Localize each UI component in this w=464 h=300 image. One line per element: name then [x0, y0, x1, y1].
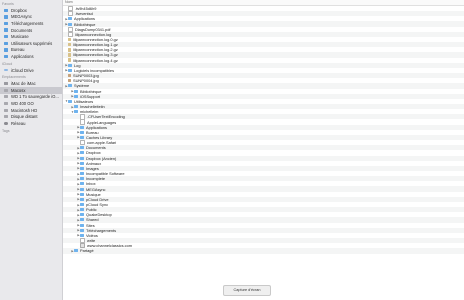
file-list: .fs9h45d6h9 .fseventsd ▶ Applications ▶ Bibli… [63, 5, 464, 254]
archive-icon [68, 58, 71, 62]
sidebar: Favoris Dropbox MEGAsync Téléchargements Doc… [0, 0, 63, 300]
folder-icon [68, 99, 72, 103]
screenshot-capture-button[interactable]: Capture d'écran [223, 285, 271, 296]
folder-icon [74, 94, 78, 98]
computer-icon [4, 81, 8, 86]
folder-icon [80, 197, 84, 201]
sidebar-item[interactable]: iMac de iMac [0, 80, 62, 87]
sidebar-item[interactable]: Disque distant [0, 113, 62, 120]
desktop-icon [4, 48, 8, 52]
network-icon [4, 121, 8, 125]
folder-icon [68, 68, 72, 72]
folder-icon [80, 223, 84, 227]
folder-icon [80, 203, 84, 207]
folder-icon [80, 177, 84, 181]
sidebar-item-label: MEGAsync [11, 14, 32, 20]
folder-icon [80, 182, 84, 186]
image-icon [68, 79, 71, 83]
folder-icon [68, 63, 72, 67]
sidebar-item-label: Musicase [11, 34, 29, 40]
sidebar-item[interactable]: iCloud Drive [0, 67, 62, 74]
folder-icon [80, 151, 84, 155]
sidebar-item[interactable]: WD 400 GO [0, 100, 62, 107]
disk-icon [4, 108, 8, 112]
sidebar-item-label: WD 400 GO [11, 100, 34, 106]
sidebar-item-label: iMac de iMac [11, 81, 36, 87]
folder-icon [80, 208, 84, 212]
sidebar-item[interactable]: Macintosh HD [0, 107, 62, 114]
sidebar-item[interactable]: Musicase [0, 33, 62, 40]
folder-icon [4, 34, 8, 39]
folder-icon [80, 172, 84, 176]
folder-icon [68, 22, 72, 26]
archive-icon [68, 48, 71, 52]
folder-icon [74, 110, 78, 114]
folder-icon [74, 249, 78, 253]
sidebar-item-label: Utilisateurs supprimés [11, 40, 53, 46]
folder-icon [80, 166, 84, 170]
folder-icon [74, 105, 78, 109]
archive-icon [68, 37, 71, 42]
folder-icon [80, 156, 84, 160]
disk-icon [4, 101, 8, 105]
folder-icon [80, 135, 84, 139]
download-icon [4, 21, 8, 26]
folder-icon [4, 41, 8, 45]
sidebar-item-label: Documents [11, 27, 33, 33]
folder-icon [80, 228, 84, 232]
disk-icon [4, 95, 8, 99]
folder-icon [80, 218, 84, 222]
sidebar-item-label: Bureau [11, 47, 25, 53]
folder-icon [80, 233, 84, 237]
sidebar-item[interactable]: MEGAsync [0, 14, 62, 21]
file-name: Partagé [80, 248, 94, 254]
applications-icon [4, 54, 8, 59]
document-icon [4, 28, 8, 32]
folder-icon [4, 8, 8, 12]
image-icon [68, 73, 71, 78]
sidebar-item-label: Dropbox [11, 7, 27, 13]
folder-icon [68, 84, 72, 88]
sidebar-item[interactable]: Documents [0, 27, 62, 34]
sidebar-item-label: Réseau [11, 120, 26, 126]
sidebar-item-label: Macosx [11, 87, 26, 93]
folder-icon [74, 89, 78, 93]
sidebar-item[interactable]: Bureau [0, 47, 62, 54]
sidebar-item[interactable]: Dropbox [0, 7, 62, 14]
disk-icon [4, 115, 8, 119]
folder-icon [68, 17, 72, 21]
sidebar-item-label: WD 1 To sauvegarde iO... [11, 94, 59, 100]
sidebar-item[interactable]: Téléchargements [0, 20, 62, 27]
sidebar-item[interactable]: Macosx [0, 86, 62, 94]
disk-icon [4, 88, 8, 92]
sidebar-item-label: iCloud Drive [11, 67, 34, 73]
file-row[interactable]: ▶ Partagé [63, 248, 464, 254]
folder-icon [80, 125, 84, 129]
sidebar-item[interactable]: Réseau [0, 120, 62, 127]
sidebar-section-heading: Tags [2, 128, 10, 133]
folder-icon [80, 130, 84, 134]
sidebar-item[interactable]: WD 1 To sauvegarde iO... [0, 94, 62, 101]
archive-icon [68, 53, 71, 57]
sidebar-item-label: Macintosh HD [11, 107, 38, 113]
sidebar-item[interactable]: Utilisateurs supprimés [0, 40, 62, 47]
folder-icon [4, 15, 8, 19]
folder-icon [80, 187, 84, 191]
sidebar-item-label: Applications [11, 53, 34, 59]
cloud-icon [4, 68, 8, 72]
folder-icon [80, 161, 84, 165]
folder-icon [80, 192, 84, 196]
folder-icon [80, 146, 84, 150]
sidebar-item[interactable]: Applications [0, 53, 62, 60]
folder-icon [80, 213, 84, 217]
sidebar-item-label: Téléchargements [11, 20, 44, 26]
file-list-pane: Nom .fs9h45d6h9 .fseventsd ▶ Applications ▶ B… [63, 0, 464, 300]
archive-icon [68, 42, 71, 47]
sidebar-item-label: Disque distant [11, 114, 38, 120]
